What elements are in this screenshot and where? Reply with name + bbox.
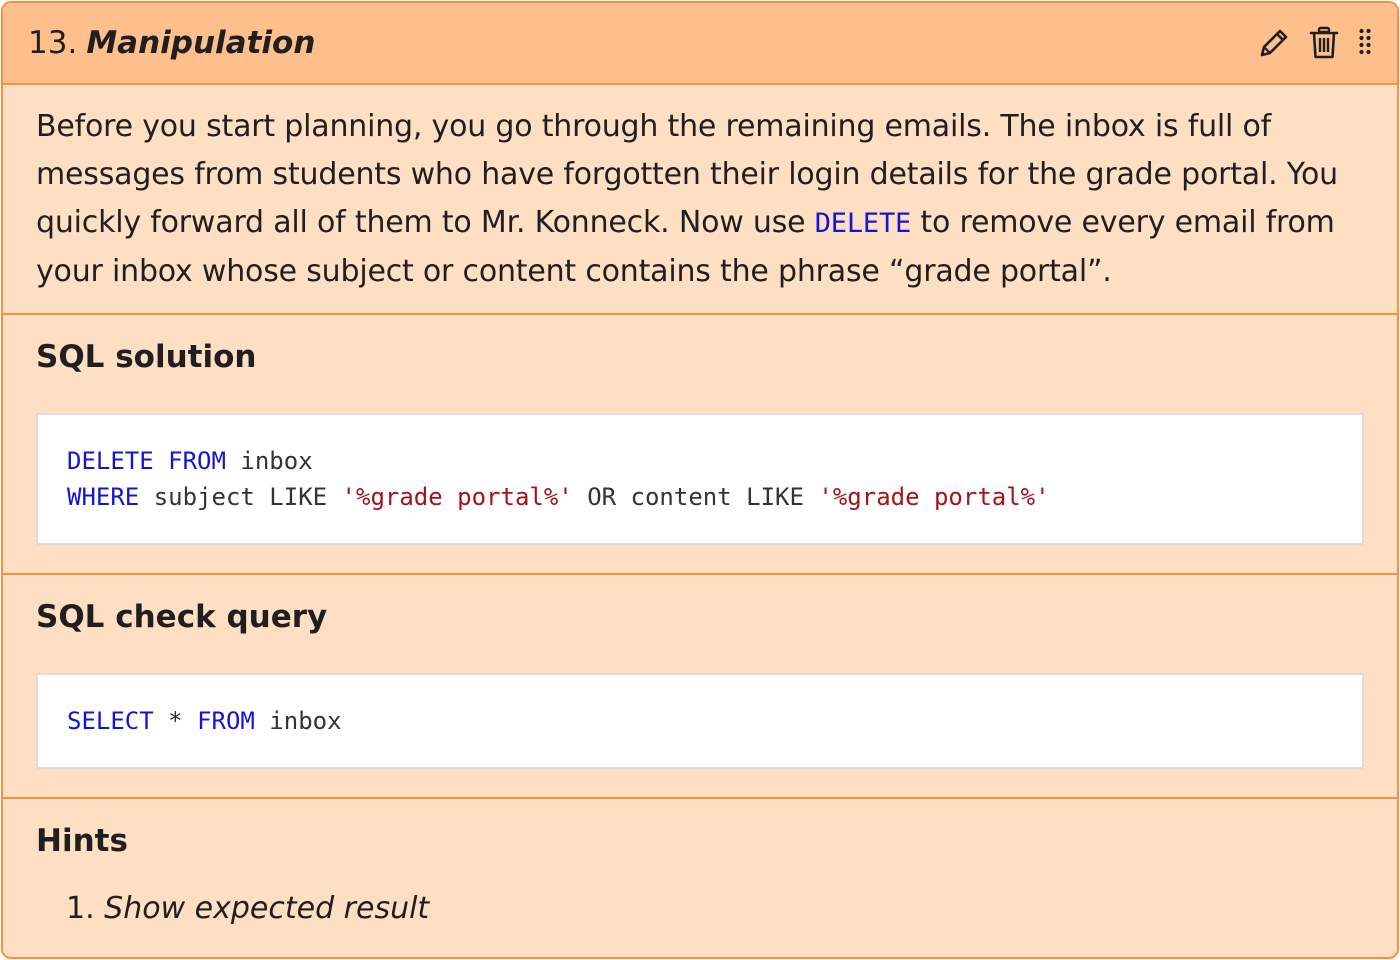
drag-handle-icon (1359, 28, 1371, 55)
inline-code-delete: DELETE (814, 208, 912, 239)
trash-icon (1309, 26, 1339, 59)
task-header: 13. Manipulation (3, 3, 1397, 85)
code-keyword: FROM (168, 447, 226, 475)
pencil-icon (1260, 29, 1288, 57)
code-keyword: DELETE (67, 447, 154, 475)
code-text: subject LIKE (153, 483, 328, 511)
edit-button[interactable] (1257, 26, 1291, 60)
sql-check-code: SELECT * FROM inbox (36, 673, 1364, 769)
show-expected-result-link[interactable]: Show expected result (104, 891, 429, 926)
code-keyword: FROM (197, 707, 255, 735)
task-card: 13. Manipulation Before you start planni… (1, 1, 1399, 959)
code-string: '%grade portal%' (818, 483, 1050, 511)
task-title: 13. Manipulation (28, 25, 315, 61)
sql-solution-section: SQL solution DELETE FROM inbox WHERE sub… (3, 315, 1397, 575)
code-string: '%grade portal%' (341, 483, 573, 511)
hints-section: Hints 1. Show expected result (3, 799, 1397, 929)
hints-title: Hints (36, 823, 128, 859)
delete-button[interactable] (1309, 26, 1339, 60)
code-text: OR content LIKE (587, 483, 804, 511)
code-text: * (168, 707, 183, 735)
drag-handle[interactable] (1357, 26, 1373, 60)
sql-check-title: SQL check query (36, 599, 328, 635)
sql-solution-code: DELETE FROM inbox WHERE subject LIKE '%g… (36, 413, 1364, 545)
description-text: Before you start planning, you go throug… (36, 103, 1364, 296)
sql-solution-title: SQL solution (36, 339, 257, 375)
hint-item: 1. Show expected result (66, 889, 1364, 929)
code-keyword: SELECT (67, 707, 154, 735)
task-number: 13. (28, 25, 78, 61)
code-text: inbox (240, 447, 313, 475)
task-name: Manipulation (86, 25, 316, 61)
code-text: inbox (269, 707, 342, 735)
hint-number: 1. (66, 891, 95, 926)
sql-check-section: SQL check query SELECT * FROM inbox (3, 575, 1397, 799)
task-description: Before you start planning, you go throug… (3, 85, 1397, 315)
code-keyword: WHERE (67, 483, 140, 511)
hints-list: 1. Show expected result (36, 889, 1364, 929)
header-actions (1257, 26, 1373, 60)
